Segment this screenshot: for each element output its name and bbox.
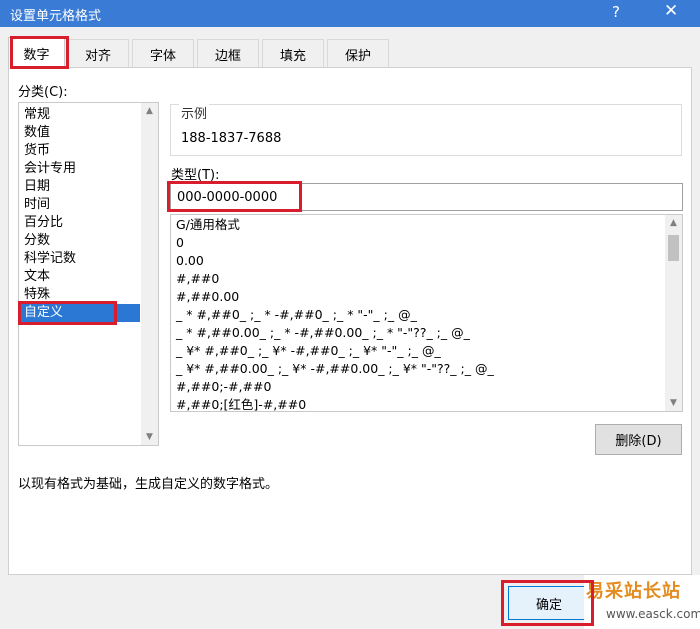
format-item[interactable]: #,##0.00 [176, 288, 239, 306]
scroll-down-icon[interactable]: ▼ [141, 429, 158, 445]
category-item-text[interactable]: 文本 [20, 268, 140, 286]
format-scrollbar[interactable]: ▲ ▼ [665, 215, 682, 411]
category-item-general[interactable]: 常规 [20, 106, 140, 124]
close-icon[interactable]: ✕ [664, 1, 678, 21]
sample-group: 示例 188-1837-7688 [170, 103, 682, 156]
format-item[interactable]: _ ¥* #,##0.00_ ;_ ¥* -#,##0.00_ ;_ ¥* "-… [176, 360, 494, 378]
category-scrollbar[interactable]: ▲ ▼ [141, 103, 158, 445]
watermark-url: www.easck.com [606, 607, 700, 621]
category-item-accounting[interactable]: 会计专用 [20, 160, 140, 178]
format-list[interactable]: G/通用格式 0 0.00 #,##0 #,##0.00 _ * #,##0_ … [170, 214, 683, 412]
tab-alignment[interactable]: 对齐 [67, 39, 129, 68]
type-input[interactable] [170, 183, 683, 211]
tab-fill[interactable]: 填充 [262, 39, 324, 68]
scroll-down-icon[interactable]: ▼ [665, 395, 682, 411]
description-text: 以现有格式为基础，生成自定义的数字格式。 [18, 477, 279, 492]
watermark: 易采站长站 www.easck.com [584, 575, 700, 629]
category-item-custom[interactable]: 自定义 [20, 304, 140, 322]
scroll-up-icon[interactable]: ▲ [141, 103, 158, 119]
format-item[interactable]: 0 [176, 234, 184, 252]
window-title: 设置单元格格式 [10, 9, 102, 24]
help-icon[interactable]: ? [612, 3, 620, 21]
format-item[interactable]: _ ¥* #,##0_ ;_ ¥* -#,##0_ ;_ ¥* "-"_ ;_ … [176, 342, 441, 360]
scroll-thumb[interactable] [668, 235, 679, 261]
category-item-number[interactable]: 数值 [20, 124, 140, 142]
sample-title: 示例 [179, 103, 210, 122]
format-item[interactable]: #,##0;-#,##0 [176, 378, 271, 396]
format-item[interactable]: 0.00 [176, 252, 204, 270]
type-label: 类型(T): [171, 168, 220, 183]
category-list[interactable]: 常规 数值 货币 会计专用 日期 时间 百分比 分数 科学记数 文本 特殊 自定… [18, 102, 159, 446]
category-item-currency[interactable]: 货币 [20, 142, 140, 160]
tab-font[interactable]: 字体 [132, 39, 194, 68]
format-item[interactable]: #,##0 [176, 270, 219, 288]
sample-value: 188-1837-7688 [181, 131, 282, 146]
category-item-scientific[interactable]: 科学记数 [20, 250, 140, 268]
tab-number[interactable]: 数字 [8, 37, 65, 69]
tab-border[interactable]: 边框 [197, 39, 259, 68]
delete-button[interactable]: 删除(D) [595, 424, 682, 455]
category-item-time[interactable]: 时间 [20, 196, 140, 214]
category-label: 分类(C): [18, 85, 68, 100]
format-item[interactable]: #,##0;[红色]-#,##0 [176, 396, 306, 414]
watermark-logo-text: 易采站长站 [586, 581, 681, 602]
category-item-special[interactable]: 特殊 [20, 286, 140, 304]
category-item-date[interactable]: 日期 [20, 178, 140, 196]
title-bar: 设置单元格格式 ? ✕ [0, 0, 700, 27]
ok-button[interactable]: 确定 [508, 586, 590, 620]
format-item[interactable]: _ * #,##0_ ;_ * -#,##0_ ;_ * "-"_ ;_ @_ [176, 306, 417, 324]
category-item-percentage[interactable]: 百分比 [20, 214, 140, 232]
format-item[interactable]: G/通用格式 [176, 216, 240, 234]
format-item[interactable]: _ * #,##0.00_ ;_ * -#,##0.00_ ;_ * "-"??… [176, 324, 470, 342]
category-item-fraction[interactable]: 分数 [20, 232, 140, 250]
tab-protection[interactable]: 保护 [327, 39, 389, 68]
scroll-up-icon[interactable]: ▲ [665, 215, 682, 231]
